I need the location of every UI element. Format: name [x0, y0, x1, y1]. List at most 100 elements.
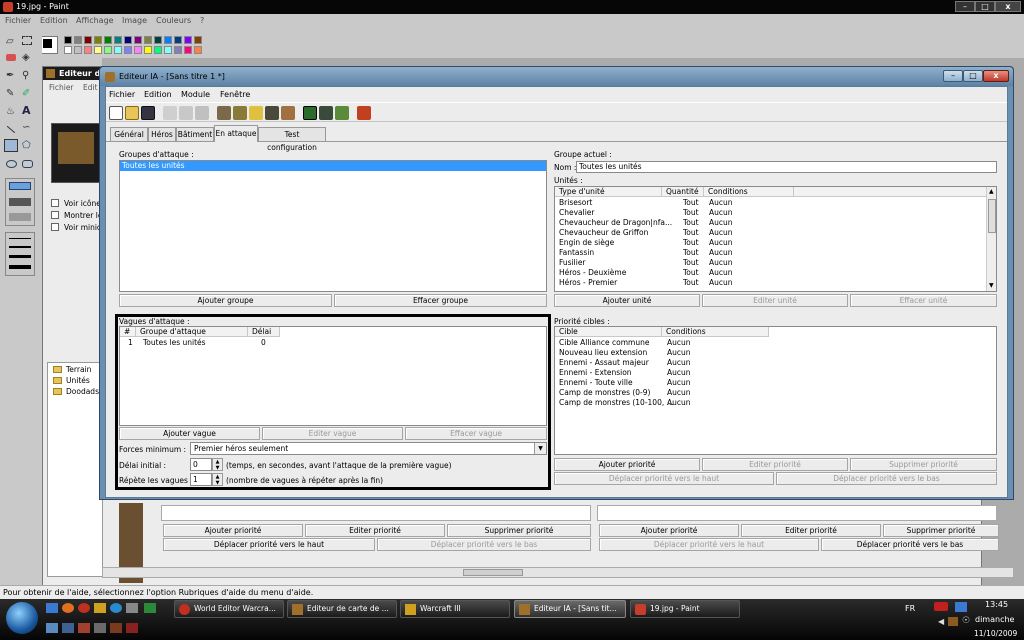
- table-row[interactable]: Fantassin Tout Aucun: [555, 248, 986, 258]
- scrollbar-thumb[interactable]: [463, 569, 523, 576]
- bg-move-down-button-2[interactable]: Déplacer priorité vers le bas: [821, 538, 999, 551]
- gold-icon[interactable]: [233, 106, 247, 120]
- paint-menu-edition[interactable]: Edition: [40, 16, 68, 25]
- tray-icon[interactable]: [948, 617, 958, 626]
- col-number[interactable]: #: [120, 327, 136, 337]
- bg-checkbox-1[interactable]: [51, 199, 59, 207]
- targets-table[interactable]: Cible Conditions Cible Alliance commune A…: [554, 326, 997, 455]
- paint-menu-help[interactable]: ?: [200, 16, 204, 25]
- ai-minimize-button[interactable]: –: [943, 70, 963, 82]
- tree-item-units[interactable]: Unités: [66, 376, 90, 385]
- ai-menu-fenetre[interactable]: Fenêtre: [220, 90, 250, 99]
- units-table[interactable]: Type d'unité Quantité Conditions Briseso…: [554, 186, 997, 292]
- firefox-icon[interactable]: [62, 603, 74, 613]
- color-swatch[interactable]: [74, 36, 82, 44]
- color-swatch[interactable]: [114, 36, 122, 44]
- color-swatch[interactable]: [124, 46, 132, 54]
- col-unit-type[interactable]: Type d'unité: [555, 187, 662, 197]
- table-row[interactable]: Cible Alliance commune Aucun: [555, 338, 995, 348]
- table-row[interactable]: Camp de monstres (10-100, ... Aucun: [555, 398, 995, 408]
- color-swatch[interactable]: [164, 36, 172, 44]
- task-paint[interactable]: 19.jpg - Paint: [630, 600, 740, 618]
- quick-launch-icon[interactable]: [46, 603, 58, 613]
- tab-en-attaque[interactable]: En attaque: [214, 125, 258, 142]
- table-row[interactable]: Chevalier Tout Aucun: [555, 208, 986, 218]
- table-row[interactable]: 1 Toutes les unités 0: [120, 338, 540, 348]
- forces-select[interactable]: Premier héros seulement ▼: [190, 442, 547, 455]
- col-conditions[interactable]: Conditions: [704, 187, 794, 197]
- table-row[interactable]: Héros - Deuxième Tout Aucun: [555, 268, 986, 278]
- attack-groups-list[interactable]: Toutes les unités: [119, 160, 547, 292]
- tab-heros[interactable]: Héros: [148, 127, 176, 141]
- bg-add-priority-button[interactable]: Ajouter priorité: [163, 524, 303, 537]
- color-swatch[interactable]: [144, 46, 152, 54]
- save-disk-icon[interactable]: [141, 106, 155, 120]
- color-swatch[interactable]: [104, 36, 112, 44]
- fill-style-box[interactable]: [5, 178, 35, 226]
- color-swatch[interactable]: [124, 36, 132, 44]
- color-swatch[interactable]: [94, 46, 102, 54]
- paint-menu-couleurs[interactable]: Couleurs: [156, 16, 191, 25]
- col-target-conditions[interactable]: Conditions: [662, 327, 769, 337]
- quick-launch-icon[interactable]: [78, 603, 90, 613]
- color-swatch[interactable]: [74, 46, 82, 54]
- tab-batiment[interactable]: Bâtiment: [176, 127, 214, 141]
- attack-tab-icon[interactable]: [303, 106, 317, 120]
- text-icon[interactable]: A: [22, 104, 31, 117]
- new-file-icon[interactable]: [109, 106, 123, 120]
- table-row[interactable]: Chevaucheur de Griffon Tout Aucun: [555, 228, 986, 238]
- color-swatch[interactable]: [64, 46, 72, 54]
- table-row[interactable]: Héros - Premier Tout Aucun: [555, 278, 986, 288]
- color-swatch[interactable]: [154, 46, 162, 54]
- open-folder-icon[interactable]: [125, 106, 139, 120]
- ellipse-icon[interactable]: [6, 160, 17, 168]
- color-swatch[interactable]: [84, 36, 92, 44]
- color-swatch[interactable]: [134, 36, 142, 44]
- color-swatch[interactable]: [194, 36, 202, 44]
- bg-checkbox-3[interactable]: [51, 223, 59, 231]
- color-swatch[interactable]: [64, 36, 72, 44]
- table-row[interactable]: Camp de monstres (0-9) Aucun: [555, 388, 995, 398]
- bg-move-up-button[interactable]: Déplacer priorité vers le haut: [163, 538, 375, 551]
- color-swatch[interactable]: [174, 46, 182, 54]
- bg-move-down-button[interactable]: Déplacer priorité vers le bas: [377, 538, 591, 551]
- cut-icon[interactable]: [163, 106, 177, 120]
- line-width-box[interactable]: [5, 232, 35, 276]
- fill-icon[interactable]: ◈: [22, 52, 30, 63]
- table-row[interactable]: Nouveau lieu extension Aucun: [555, 348, 995, 358]
- ai-menu-edition[interactable]: Edition: [144, 90, 172, 99]
- bg-delete-priority-button-2[interactable]: Supprimer priorité: [883, 524, 999, 537]
- color-swatch[interactable]: [184, 46, 192, 54]
- race-icon[interactable]: [217, 106, 231, 120]
- quick-launch-icon[interactable]: [94, 603, 106, 613]
- start-button[interactable]: [6, 602, 38, 634]
- ie-icon[interactable]: [110, 603, 122, 613]
- quick-launch-icon[interactable]: [78, 623, 90, 633]
- delete-wave-button[interactable]: Effacer vague: [405, 427, 547, 440]
- table-row[interactable]: Chevaucheur de Dragon|nfa... Tout Aucun: [555, 218, 986, 228]
- task-warcraft[interactable]: Warcraft III: [400, 600, 510, 618]
- language-indicator[interactable]: FR: [905, 604, 915, 613]
- col-target[interactable]: Cible: [555, 327, 662, 337]
- lightning-icon[interactable]: [249, 106, 263, 120]
- add-unit-button[interactable]: Ajouter unité: [554, 294, 700, 307]
- quick-launch-icon[interactable]: [126, 623, 138, 633]
- edit-priority-button[interactable]: Editer priorité: [702, 458, 848, 471]
- paint-minimize-button[interactable]: –: [955, 1, 975, 12]
- color-swatch[interactable]: [164, 46, 172, 54]
- task-map-editor[interactable]: Editeur de carte de ...: [287, 600, 397, 618]
- building-icon[interactable]: [281, 106, 295, 120]
- color-swatch[interactable]: [134, 46, 142, 54]
- table-row[interactable]: Ennemi - Assaut majeur Aucun: [555, 358, 995, 368]
- quick-launch-icon[interactable]: [110, 623, 122, 633]
- col-quantity[interactable]: Quantité: [662, 187, 704, 197]
- color-selector[interactable]: [40, 36, 58, 54]
- paste-icon[interactable]: [195, 106, 209, 120]
- bg-checkbox-2[interactable]: [51, 211, 59, 219]
- ati-tray-icon[interactable]: [934, 602, 948, 611]
- col-attack-group[interactable]: Groupe d'attaque: [136, 327, 248, 337]
- group-name-input[interactable]: Toutes les unités: [576, 161, 997, 173]
- edit-unit-button[interactable]: Editer unité: [702, 294, 848, 307]
- table-row[interactable]: Engin de siège Tout Aucun: [555, 238, 986, 248]
- paint-close-button[interactable]: x: [995, 1, 1021, 12]
